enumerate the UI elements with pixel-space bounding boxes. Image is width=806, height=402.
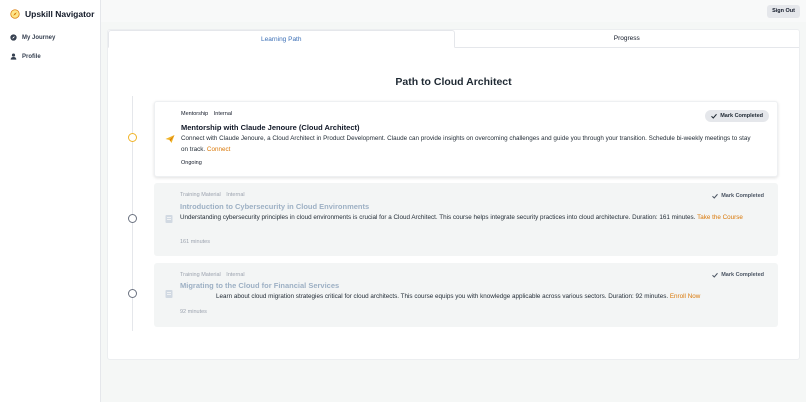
item-status: Ongoing: [181, 160, 202, 166]
timeline-dot: [127, 289, 137, 298]
check-icon: [712, 193, 719, 199]
item-description-text: Understanding cybersecurity principles i…: [180, 214, 696, 221]
paper-plane-icon: [165, 135, 175, 143]
sign-out-button[interactable]: Sign Out: [767, 5, 800, 18]
mark-completed-label: Mark Completed: [721, 193, 764, 199]
top-bar: Sign Out: [101, 0, 806, 22]
item-meta: Training Material Internal: [180, 192, 245, 198]
item-title: Mentorship with Claude Jenoure (Cloud Ar…: [181, 123, 360, 132]
connect-link[interactable]: Connect: [207, 146, 230, 153]
sidebar-item-label: Profile: [22, 53, 41, 60]
tab-learning-path[interactable]: Learning Path: [108, 30, 455, 48]
item-source: Internal: [226, 192, 245, 198]
item-title: Introduction to Cybersecurity in Cloud E…: [180, 202, 370, 211]
item-description: Learn about cloud migration strategies c…: [216, 292, 760, 303]
timeline-dot-current: [127, 133, 137, 142]
item-description-text: Connect with Claude Jenoure, a Cloud Arc…: [181, 135, 751, 153]
item-duration: 161 minutes: [180, 239, 210, 245]
mark-completed-button[interactable]: Mark Completed: [705, 110, 769, 122]
mark-completed-label: Mark Completed: [720, 113, 763, 119]
tab-bar: Learning Path Progress: [108, 30, 799, 48]
check-icon: [711, 113, 718, 119]
item-description: Connect with Claude Jenoure, a Cloud Arc…: [181, 134, 759, 155]
user-icon: [10, 53, 17, 60]
item-type: Training Material: [180, 272, 221, 278]
compass-logo-icon: [10, 9, 20, 19]
take-course-link[interactable]: Take the Course: [697, 214, 743, 221]
book-icon: [165, 215, 173, 223]
item-duration: 92 minutes: [180, 309, 207, 315]
item-description-text: Learn about cloud migration strategies c…: [216, 293, 669, 300]
brand[interactable]: Upskill Navigator: [10, 9, 94, 19]
book-icon: [165, 290, 173, 298]
item-meta: Mentorship Internal: [181, 111, 232, 117]
item-type: Mentorship: [181, 111, 209, 117]
tab-progress[interactable]: Progress: [454, 30, 799, 48]
path-item-mentorship: Mentorship Internal Mark Completed Mento…: [154, 101, 778, 177]
mark-completed-button[interactable]: Mark Completed: [706, 190, 770, 202]
item-meta: Training Material Internal: [180, 272, 245, 278]
item-type: Training Material: [180, 192, 221, 198]
item-title: Migrating to the Cloud for Financial Ser…: [180, 281, 340, 290]
check-icon: [712, 272, 719, 278]
enroll-now-link[interactable]: Enroll Now: [670, 293, 700, 300]
mark-completed-button[interactable]: Mark Completed: [706, 269, 770, 281]
app-title: Upskill Navigator: [25, 9, 95, 19]
path-item-training: Training Material Internal Mark Complete…: [154, 183, 778, 256]
sidebar-item-profile[interactable]: Profile: [10, 53, 41, 60]
sidebar-item-label: My Journey: [22, 34, 56, 41]
sidebar-item-my-journey[interactable]: My Journey: [10, 34, 55, 41]
learning-path-panel: Learning Path Progress Path to Cloud Arc…: [107, 29, 800, 360]
compass-icon: [10, 34, 17, 41]
item-description: Understanding cybersecurity principles i…: [180, 213, 760, 224]
sidebar: Upskill Navigator My Journey Profile: [0, 0, 101, 402]
path-item-training: Training Material Internal Mark Complete…: [154, 263, 778, 327]
mark-completed-label: Mark Completed: [721, 272, 764, 278]
page-title: Path to Cloud Architect: [395, 76, 512, 88]
timeline-dot: [127, 214, 137, 223]
item-source: Internal: [226, 272, 245, 278]
item-source: Internal: [213, 111, 233, 117]
